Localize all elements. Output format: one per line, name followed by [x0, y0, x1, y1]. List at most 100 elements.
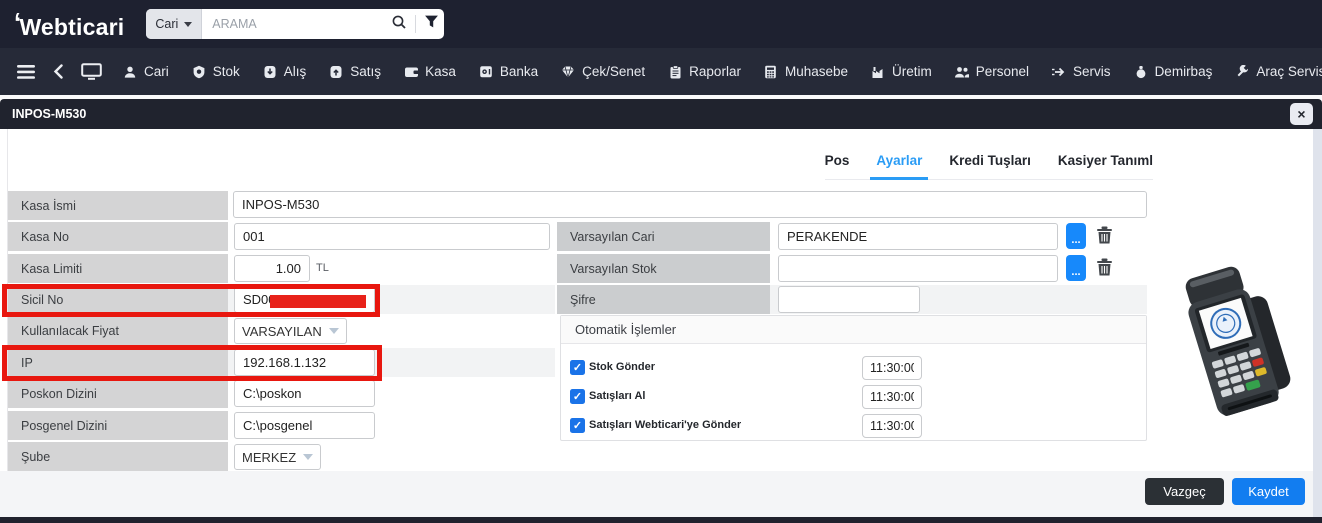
calculator-icon — [763, 64, 779, 79]
satislari-gonder-checkbox[interactable]: ✓ — [570, 418, 585, 433]
chevron-down-icon — [329, 328, 339, 334]
field-label: Şifre — [557, 285, 770, 314]
cancel-button[interactable]: Vazgeç — [1145, 478, 1224, 505]
field-label: Varsayılan Cari — [557, 222, 770, 251]
menu-label: Stok — [213, 64, 240, 79]
kasa-no-input[interactable] — [234, 223, 550, 250]
close-button[interactable]: × — [1290, 103, 1313, 125]
menu-label: Araç Servis — [1256, 64, 1322, 79]
menu-item-servis[interactable]: Servis — [1042, 58, 1120, 85]
menu-item-stok[interactable]: Stok — [182, 58, 249, 85]
search-category-dropdown[interactable]: Cari — [146, 9, 202, 39]
people-icon — [954, 64, 970, 79]
auto-row-stok-gonder: ✓ Stok Gönder — [561, 356, 1146, 380]
window-title-bar: INPOS-M530 × — [0, 99, 1322, 129]
chevron-down-icon — [184, 22, 192, 27]
menu-item-banka[interactable]: Banka — [469, 58, 547, 85]
pos-terminal-image — [1155, 257, 1313, 437]
top-bar: ‘Webticari Cari — [0, 0, 1322, 48]
browse-cari-button[interactable]: ... — [1066, 223, 1086, 249]
auto-task-label: Stok Gönder — [589, 361, 655, 373]
asset-icon — [1133, 64, 1149, 79]
menu-item-demirbas[interactable]: Demirbaş — [1124, 58, 1222, 85]
menu-item-cek-senet[interactable]: Çek/Senet — [551, 58, 654, 85]
field-label: Kullanılacak Fiyat — [8, 316, 228, 345]
menu-label: Servis — [1073, 64, 1111, 79]
stok-gonder-checkbox[interactable]: ✓ — [570, 360, 585, 375]
screens-monitor-icon[interactable] — [74, 57, 109, 86]
auto-task-label: Satışları Webticari'ye Gönder — [589, 419, 741, 431]
hamburger-menu-icon[interactable] — [10, 59, 42, 85]
select-value: MERKEZ — [242, 450, 296, 465]
back-chevron-icon[interactable] — [46, 58, 70, 85]
row-kasa-no: Kasa No — [8, 222, 555, 251]
row-ip: IP — [8, 348, 555, 377]
menu-label: Kasa — [425, 64, 456, 79]
right-edge-strip — [1313, 129, 1322, 517]
auto-row-satislari-al: ✓ Satışları Al — [561, 385, 1146, 409]
menu-item-muhasebe[interactable]: Muhasebe — [754, 58, 857, 85]
kullanilacak-fiyat-select[interactable]: VARSAYILAN — [234, 318, 347, 344]
auto-task-label: Satışları Al — [589, 390, 645, 402]
field-label: Şube — [8, 442, 228, 471]
window-title: INPOS-M530 — [12, 107, 86, 121]
posgenel-dizini-input[interactable] — [234, 412, 375, 439]
clear-cari-trash-icon[interactable] — [1094, 225, 1114, 247]
menu-item-arac-servis[interactable]: Araç Servis — [1225, 58, 1322, 85]
clear-stok-trash-icon[interactable] — [1094, 257, 1114, 279]
menu-item-raporlar[interactable]: Raporlar — [658, 58, 750, 85]
save-button[interactable]: Kaydet — [1232, 478, 1305, 505]
field-label: Varsayılan Stok — [557, 254, 770, 283]
menu-label: Üretim — [892, 64, 932, 79]
kasa-ismi-input[interactable] — [233, 191, 1147, 218]
browse-stok-button[interactable]: ... — [1066, 255, 1086, 281]
row-varsayilan-cari: Varsayılan Cari ... — [557, 222, 1147, 251]
search-input[interactable] — [202, 9, 383, 39]
field-label: Poskon Dizini — [8, 379, 228, 408]
satislari-gonder-time-input[interactable] — [862, 414, 922, 438]
row-poskon-dizini: Poskon Dizini — [8, 379, 555, 408]
satislari-al-time-input[interactable] — [862, 385, 922, 409]
tab-kredi-tuslari[interactable]: Kredi Tuşları — [949, 153, 1031, 168]
arrow-down-circle-icon — [262, 64, 278, 79]
row-kullanilacak-fiyat: Kullanılacak Fiyat VARSAYILAN — [8, 316, 555, 345]
safe-icon — [478, 64, 494, 79]
row-posgenel-dizini: Posgenel Dizini — [8, 411, 555, 440]
tab-ayarlar[interactable]: Ayarlar — [876, 153, 922, 168]
menu-item-kasa[interactable]: Kasa — [394, 58, 465, 85]
menu-item-personel[interactable]: Personel — [945, 58, 1038, 85]
wrench-icon — [1234, 64, 1250, 79]
menu-item-uretim[interactable]: Üretim — [861, 58, 941, 85]
menu-item-alis[interactable]: Alış — [253, 58, 316, 85]
kasa-limiti-input[interactable] — [234, 255, 310, 282]
sifre-input[interactable] — [778, 286, 920, 313]
menu-label: Cari — [144, 64, 169, 79]
panel-title: Otomatik İşlemler — [561, 316, 1146, 344]
footer-area — [0, 471, 1313, 517]
webticari-logo: ‘Webticari — [14, 7, 124, 41]
currency-suffix: TL — [316, 262, 329, 274]
menu-item-cari[interactable]: Cari — [113, 58, 178, 85]
satislari-al-checkbox[interactable]: ✓ — [570, 389, 585, 404]
ip-input[interactable] — [234, 349, 375, 376]
tab-pos[interactable]: Pos — [825, 153, 850, 168]
stok-gonder-time-input[interactable] — [862, 356, 922, 380]
poskon-dizini-input[interactable] — [234, 380, 375, 407]
sicil-no-redaction — [270, 295, 366, 308]
shield-icon — [191, 64, 207, 79]
app-screen: ‘Webticari Cari Cari Stok Alış Satış Kas… — [0, 0, 1322, 523]
pos-device-image-panel — [1153, 129, 1313, 471]
varsayilan-stok-input[interactable] — [778, 255, 1058, 282]
clipboard-icon — [667, 64, 683, 79]
sube-select[interactable]: MERKEZ — [234, 444, 321, 470]
bottom-edge-strip — [0, 517, 1322, 523]
row-varsayilan-stok: Varsayılan Stok ... — [557, 254, 1147, 283]
search-icon[interactable] — [391, 14, 407, 35]
menu-item-satis[interactable]: Satış — [319, 58, 390, 85]
menu-label: Banka — [500, 64, 538, 79]
menu-label: Muhasebe — [785, 64, 848, 79]
menu-label: Çek/Senet — [582, 64, 645, 79]
varsayilan-cari-input[interactable] — [778, 223, 1058, 250]
field-label: Kasa İsmi — [8, 191, 228, 220]
filter-funnel-icon[interactable] — [424, 14, 439, 34]
